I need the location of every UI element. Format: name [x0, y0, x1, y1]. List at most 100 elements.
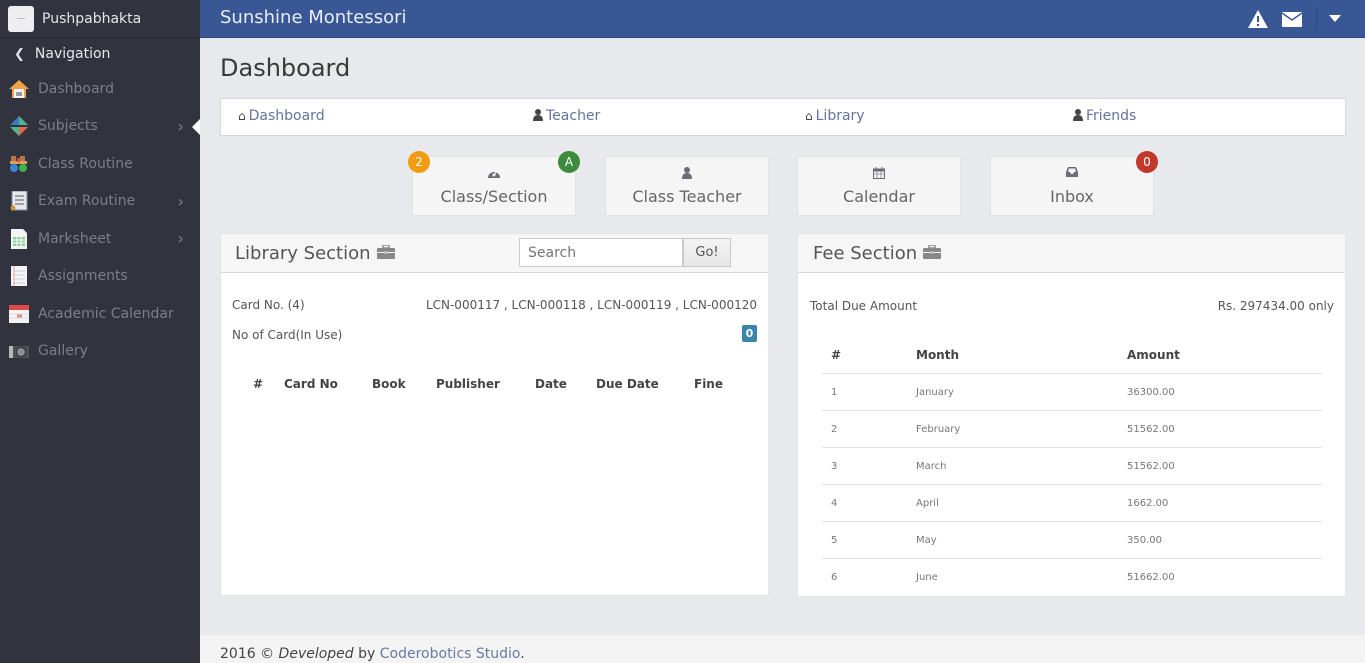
footer-period: .: [520, 646, 525, 662]
sidebar-item-label: Gallery: [38, 343, 88, 360]
quicknav-friends[interactable]: Friends: [1073, 108, 1136, 124]
status-badge: A: [558, 151, 580, 173]
inbox-icon: [991, 167, 1153, 183]
library-section-panel: Library Section Go! Card No. (4) LCN-000…: [220, 233, 769, 596]
count-badge: 2: [408, 151, 430, 173]
quicknav-label: Dashboard: [248, 108, 325, 124]
tile-label: Calendar: [843, 187, 915, 206]
sidebar-item-subjects[interactable]: Subjects ›: [0, 108, 200, 146]
briefcase-icon: [376, 243, 395, 264]
table-row: 4 April 1662.00: [822, 484, 1322, 521]
home-icon: [8, 78, 30, 100]
sidebar-item-assignments[interactable]: Assignments: [0, 258, 200, 296]
column-header: #: [253, 377, 264, 391]
sidebar: Pushpabhakta ❮ Navigation Dashboard Subj…: [0, 0, 200, 663]
sidebar-item-gallery[interactable]: Gallery: [0, 333, 200, 371]
calendar-icon: [798, 167, 960, 183]
sidebar-brand[interactable]: Pushpabhakta: [0, 0, 200, 38]
sidebar-item-academic-calendar[interactable]: Academic Calendar: [0, 295, 200, 333]
column-header: Card No: [284, 377, 338, 391]
column-header: Amount: [1127, 348, 1180, 362]
user-icon: [533, 108, 543, 124]
card-count-label: Card No. (4): [232, 298, 305, 312]
search-go-button[interactable]: Go!: [683, 238, 731, 267]
marksheet-icon: [8, 228, 30, 250]
panel-title: Fee Section: [813, 243, 918, 264]
quicknav-teacher[interactable]: Teacher: [533, 108, 600, 124]
exam-routine-icon: [8, 190, 30, 212]
tile-class-section[interactable]: Class/Section 2 A: [408, 151, 580, 216]
page-title: Dashboard: [220, 54, 351, 82]
table-row: 3 March 51562.00: [822, 447, 1322, 484]
column-header: Fine: [694, 377, 723, 391]
tile-class-teacher[interactable]: Class Teacher: [605, 156, 769, 216]
fee-section-panel: Fee Section Total Due Amount Rs. 297434.…: [797, 233, 1346, 597]
subjects-icon: [8, 115, 30, 137]
active-indicator: [192, 118, 200, 135]
separator: [1316, 7, 1317, 31]
quicknav-label: Teacher: [546, 108, 601, 124]
sidebar-item-label: Academic Calendar: [38, 305, 174, 322]
count-badge: 0: [1136, 151, 1158, 173]
sidebar-item-class-routine[interactable]: Class Routine: [0, 145, 200, 183]
school-name: Sunshine Montessori: [220, 7, 407, 28]
navigation-heading: Navigation: [34, 46, 111, 62]
cards-in-use-label: No of Card(In Use): [232, 328, 343, 342]
footer: 2016 © Developed by Coderobotics Studio.: [200, 635, 1365, 663]
sidebar-item-marksheet[interactable]: Marksheet ›: [0, 220, 200, 258]
sidebar-item-label: Subjects: [38, 118, 98, 135]
table-row: 6 June 51662.00: [822, 558, 1322, 595]
column-header: Due Date: [596, 377, 659, 391]
tile-label: Class/Section: [440, 187, 548, 206]
tile-label: Inbox: [1050, 187, 1094, 206]
dashboard-gauge-icon: [413, 167, 575, 183]
quick-nav-bar: ⌂ Dashboard Teacher ⌂ Library Friends: [220, 98, 1346, 136]
calendar-icon: [8, 303, 30, 325]
sidebar-item-label: Marksheet: [38, 230, 112, 247]
caret-down-icon[interactable]: [1329, 15, 1341, 23]
developer-link[interactable]: Coderobotics Studio: [380, 646, 520, 662]
topbar: Sunshine Montessori: [200, 0, 1365, 38]
table-row: 1 January 36300.00: [822, 373, 1322, 410]
column-header: Book: [372, 377, 406, 391]
quicknav-label: Library: [815, 108, 865, 124]
sidebar-item-exam-routine[interactable]: Exam Routine ›: [0, 183, 200, 221]
footer-developed: Developed: [278, 646, 354, 662]
chevron-right-icon: ›: [177, 116, 184, 136]
tile-label: Class Teacher: [632, 187, 742, 206]
panel-title: Library Section: [235, 243, 371, 264]
tile-calendar[interactable]: Calendar: [797, 156, 961, 216]
class-routine-icon: [8, 153, 30, 175]
tile-inbox[interactable]: Inbox 0: [990, 151, 1158, 216]
column-header: Date: [535, 377, 567, 391]
home-icon: ⌂: [805, 109, 813, 123]
sidebar-item-label: Dashboard: [38, 80, 114, 97]
brand-name: Pushpabhakta: [42, 10, 142, 27]
user-icon: [606, 167, 768, 183]
quicknav-dashboard[interactable]: ⌂ Dashboard: [238, 108, 325, 124]
sidebar-item-label: Assignments: [38, 268, 128, 285]
chevron-right-icon: ›: [177, 191, 184, 211]
column-header: Publisher: [436, 377, 500, 391]
assignments-icon: [8, 265, 30, 287]
brand-logo: [8, 5, 34, 32]
column-header: Month: [916, 348, 960, 362]
card-numbers: LCN-000117 , LCN-000118 , LCN-000119 , L…: [425, 298, 757, 312]
cards-in-use-badge: 0: [742, 325, 757, 342]
home-icon: ⌂: [238, 109, 246, 123]
chevron-left-icon: ❮: [14, 46, 25, 62]
table-row: 5 May 350.00: [822, 521, 1322, 558]
library-search-input[interactable]: [519, 238, 683, 267]
user-icon: [1073, 108, 1083, 124]
envelope-icon[interactable]: [1282, 11, 1302, 27]
sidebar-item-label: Class Routine: [38, 155, 133, 172]
briefcase-icon: [923, 243, 942, 264]
chevron-right-icon: ›: [177, 229, 184, 249]
quicknav-library[interactable]: ⌂ Library: [805, 108, 865, 124]
warning-icon[interactable]: [1248, 10, 1268, 28]
total-due-label: Total Due Amount: [810, 299, 918, 313]
quicknav-label: Friends: [1086, 108, 1137, 124]
column-header: #: [831, 348, 842, 362]
navigation-toggle[interactable]: ❮ Navigation: [0, 38, 200, 70]
sidebar-item-dashboard[interactable]: Dashboard: [0, 70, 200, 108]
